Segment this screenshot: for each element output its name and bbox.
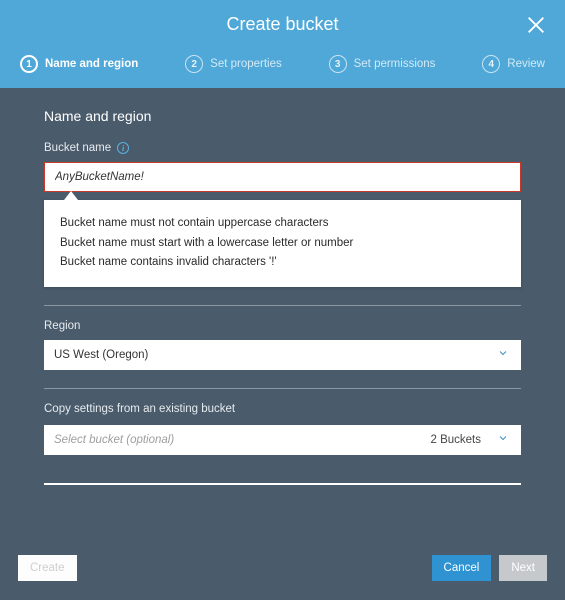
modal-footer: Create Cancel Next <box>0 546 565 600</box>
copy-settings-right: 2 Buckets <box>431 432 510 447</box>
region-value: US West (Oregon) <box>54 349 148 361</box>
divider <box>44 305 521 306</box>
close-button[interactable] <box>525 14 547 36</box>
divider-thick <box>44 483 521 485</box>
copy-settings-label: Copy settings from an existing bucket <box>44 403 521 415</box>
cancel-button[interactable]: Cancel <box>432 555 492 581</box>
step-number: 1 <box>20 55 38 73</box>
create-button[interactable]: Create <box>18 555 77 581</box>
next-button[interactable]: Next <box>499 555 547 581</box>
error-message: Bucket name contains invalid characters … <box>60 253 505 273</box>
wizard-steps: 1 Name and region 2 Set properties 3 Set… <box>0 45 565 85</box>
section-title: Name and region <box>44 108 521 124</box>
modal-header: Create bucket 1 Name and region 2 Set pr… <box>0 0 565 88</box>
copy-settings-select[interactable]: Select bucket (optional) 2 Buckets <box>44 425 521 455</box>
step-label: Review <box>507 58 545 70</box>
modal-title: Create bucket <box>0 14 565 45</box>
error-message: Bucket name must not contain uppercase c… <box>60 214 505 234</box>
bucket-name-input[interactable] <box>44 162 521 192</box>
step-review[interactable]: 4 Review <box>482 55 545 73</box>
create-bucket-modal: Create bucket 1 Name and region 2 Set pr… <box>0 0 565 600</box>
error-pointer-icon <box>64 191 78 200</box>
step-label: Set properties <box>210 58 282 70</box>
step-label: Set permissions <box>354 58 436 70</box>
step-label: Name and region <box>45 58 138 70</box>
bucket-count: 2 Buckets <box>431 434 482 446</box>
error-message: Bucket name must start with a lowercase … <box>60 234 505 254</box>
modal-body: Name and region Bucket name i Bucket nam… <box>0 88 565 546</box>
close-icon <box>525 14 547 36</box>
chevron-down-icon <box>497 432 509 447</box>
bucket-name-label-text: Bucket name <box>44 142 111 154</box>
bucket-name-error-box: Bucket name must not contain uppercase c… <box>44 200 521 287</box>
step-set-properties[interactable]: 2 Set properties <box>185 55 282 73</box>
copy-settings-placeholder: Select bucket (optional) <box>54 434 174 446</box>
footer-right-buttons: Cancel Next <box>432 555 547 581</box>
region-label: Region <box>44 320 521 332</box>
bucket-name-label: Bucket name i <box>44 142 521 154</box>
chevron-down-icon <box>497 346 509 364</box>
step-number: 4 <box>482 55 500 73</box>
info-icon[interactable]: i <box>117 142 129 154</box>
step-number: 3 <box>329 55 347 73</box>
step-number: 2 <box>185 55 203 73</box>
step-name-and-region[interactable]: 1 Name and region <box>20 55 138 73</box>
step-set-permissions[interactable]: 3 Set permissions <box>329 55 436 73</box>
divider <box>44 388 521 389</box>
region-select[interactable]: US West (Oregon) <box>44 340 521 370</box>
